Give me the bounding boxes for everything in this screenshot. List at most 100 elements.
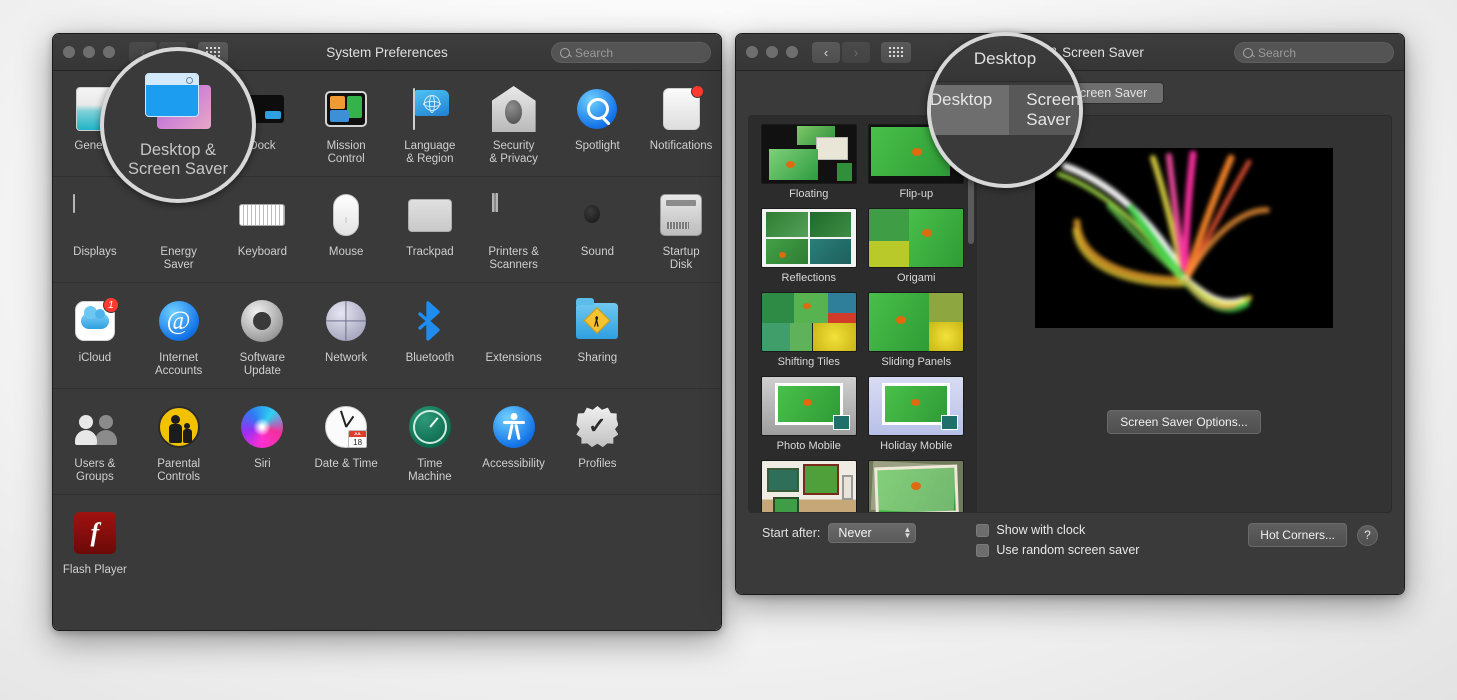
screensaver-thumbnail: [760, 376, 857, 436]
screensaver-vintage-prints[interactable]: Vintage Prints: [863, 460, 971, 512]
screensaver-photo-mobile[interactable]: Photo Mobile: [755, 376, 863, 452]
pref-siri[interactable]: Siri: [221, 403, 305, 484]
start-after-group: Start after: Never ▲ ▼: [762, 523, 917, 543]
pref-extensions[interactable]: Extensions: [472, 297, 556, 378]
show-with-clock-label: Show with clock: [996, 523, 1086, 537]
pref-printers-scanners[interactable]: Printers & Scanners: [472, 191, 556, 272]
software-update-icon: [238, 297, 286, 345]
mouse-icon: [322, 191, 370, 239]
use-random-checkbox[interactable]: [976, 543, 990, 557]
screensaver-holiday-mobile[interactable]: Holiday Mobile: [863, 376, 971, 452]
screensaver-reflections[interactable]: Reflections: [755, 208, 863, 284]
search-icon: [1243, 47, 1253, 58]
start-after-select[interactable]: Never ▲ ▼: [828, 523, 917, 543]
use-random-label: Use random screen saver: [996, 543, 1140, 557]
icloud-icon: 1: [71, 297, 119, 345]
pref-spacer: [639, 297, 721, 378]
screensaver-origami[interactable]: Origami: [863, 208, 971, 284]
flash-player-icon: f: [71, 509, 119, 557]
show-with-clock-row[interactable]: Show with clock: [976, 523, 1139, 537]
pref-network[interactable]: Network: [304, 297, 388, 378]
screensaver-name: Photo Mobile: [776, 440, 841, 452]
pref-language-region[interactable]: Language & Region: [388, 85, 472, 166]
pref-sound[interactable]: Sound: [556, 191, 640, 272]
pref-parental-controls[interactable]: Parental Controls: [137, 403, 221, 484]
back-button[interactable]: ‹: [812, 41, 840, 63]
screensaver-photo-wall[interactable]: Photo Wall: [755, 460, 863, 512]
parental-controls-icon: [155, 403, 203, 451]
checkbox-group: Show with clock Use random screen saver: [976, 523, 1139, 557]
pref-bluetooth[interactable]: Bluetooth: [388, 297, 472, 378]
startup-disk-icon: [657, 191, 705, 239]
show-with-clock-checkbox[interactable]: [976, 523, 990, 537]
screensaver-thumbnail: [868, 460, 965, 512]
pref-security-privacy[interactable]: Security & Privacy: [472, 85, 556, 166]
screensaver-floating[interactable]: Floating: [755, 124, 863, 200]
lens-tab-screen-saver[interactable]: Screen Saver: [1009, 85, 1079, 135]
desktop-screen-saver-icon-magnified: [143, 71, 213, 133]
minimize-button[interactable]: [83, 46, 95, 58]
close-button[interactable]: [63, 46, 75, 58]
time-machine-icon: [406, 403, 454, 451]
minimize-button[interactable]: [766, 46, 778, 58]
screensaver-sliding-panels[interactable]: Sliding Panels: [863, 292, 971, 368]
screensaver-thumbnail: [760, 208, 857, 268]
lens-content: Desktop Screen Saver: [931, 36, 1079, 184]
screensaver-thumbnail: [760, 124, 857, 184]
screensaver-name: Origami: [896, 272, 936, 284]
pref-spotlight[interactable]: Spotlight: [556, 85, 640, 166]
search-placeholder: Search: [575, 45, 614, 60]
help-button[interactable]: ?: [1357, 524, 1378, 546]
lens-tab-desktop[interactable]: Desktop: [931, 85, 1010, 135]
lens-tabbar: Desktop Screen Saver: [931, 85, 1079, 135]
notification-badge: [690, 85, 704, 98]
notifications-icon: [657, 85, 705, 133]
pref-label: iCloud: [78, 352, 112, 364]
lens-label: Desktop & Screen Saver: [128, 141, 228, 178]
window-controls: [746, 46, 798, 58]
pref-trackpad[interactable]: Trackpad: [388, 191, 472, 272]
screen-saver-options-button[interactable]: Screen Saver Options...: [1107, 410, 1261, 434]
pref-time-machine[interactable]: Time Machine: [388, 403, 472, 484]
pref-label: Profiles: [578, 458, 617, 470]
pref-profiles[interactable]: Profiles: [556, 403, 640, 484]
pref-internet-accounts[interactable]: @ Internet Accounts: [137, 297, 221, 378]
pref-accessibility[interactable]: Accessibility: [472, 403, 556, 484]
lens-content: Desktop & Screen Saver: [104, 51, 252, 199]
printers-scanners-icon: [490, 191, 538, 239]
pref-mission-control[interactable]: Mission Control: [304, 85, 388, 166]
grid-icon: [889, 47, 903, 57]
close-button[interactable]: [746, 46, 758, 58]
start-after-label: Start after:: [762, 526, 821, 540]
pref-sharing[interactable]: Sharing: [556, 297, 640, 378]
pref-label: Sound: [580, 246, 614, 258]
maximize-button[interactable]: [786, 46, 798, 58]
pref-users-groups[interactable]: Users & Groups: [53, 403, 137, 484]
pref-label: Time Machine: [408, 458, 452, 483]
pref-displays[interactable]: Displays: [53, 191, 137, 272]
pref-icloud[interactable]: 1 iCloud: [53, 297, 137, 378]
sound-icon: [573, 191, 621, 239]
pref-startup-disk[interactable]: Startup Disk: [639, 191, 721, 272]
pref-label: Startup Disk: [662, 246, 700, 271]
pref-software-update[interactable]: Software Update: [221, 297, 305, 378]
pref-flash-player[interactable]: f Flash Player: [53, 509, 137, 577]
pref-label: Software Update: [239, 352, 286, 377]
use-random-row[interactable]: Use random screen saver: [976, 543, 1139, 557]
pref-label: Notifications: [649, 140, 713, 152]
pref-date-time[interactable]: JUL 18 Date & Time: [304, 403, 388, 484]
pref-notifications[interactable]: Notifications: [639, 85, 721, 166]
extensions-icon: [490, 297, 538, 345]
security-privacy-icon: [490, 85, 538, 133]
hot-corners-button[interactable]: Hot Corners...: [1248, 523, 1347, 547]
pref-energy-saver[interactable]: Energy Saver: [137, 191, 221, 272]
dss-search-field[interactable]: Search: [1234, 42, 1394, 63]
forward-button[interactable]: ›: [842, 41, 870, 63]
pref-keyboard[interactable]: Keyboard: [221, 191, 305, 272]
pref-mouse[interactable]: Mouse: [304, 191, 388, 272]
pref-label: Accessibility: [482, 458, 545, 470]
sysprefs-search-field[interactable]: Search: [551, 42, 711, 63]
screensaver-shifting-tiles[interactable]: Shifting Tiles: [755, 292, 863, 368]
show-all-button[interactable]: [881, 41, 911, 63]
pref-label: Extensions: [485, 352, 542, 364]
